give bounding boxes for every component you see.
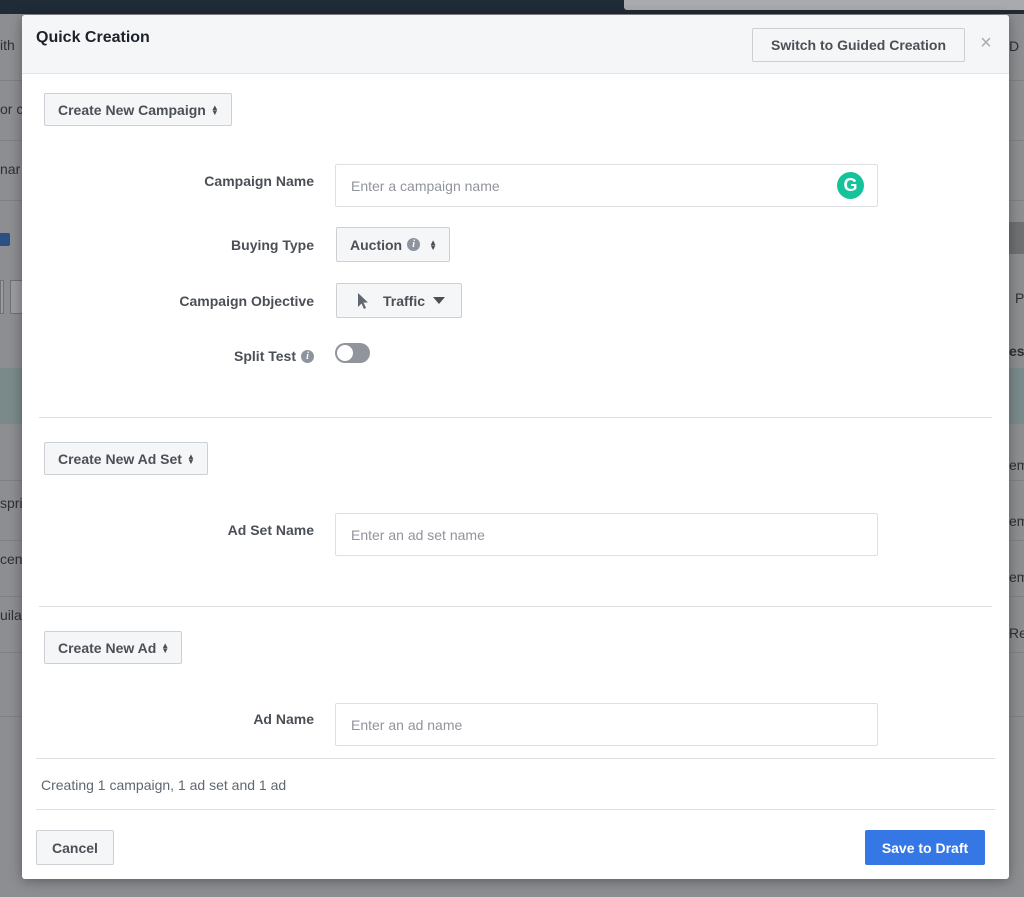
campaign-objective-label: Campaign Objective [179,293,314,309]
create-new-campaign-label: Create New Campaign [58,101,206,118]
background-text: or c [0,101,22,117]
ad-name-input[interactable] [335,703,878,746]
background-checkbox [0,233,10,246]
background-text: uila [0,607,22,623]
background-text: es [1009,343,1024,359]
background-text: nar [0,161,21,177]
create-new-ad-dropdown[interactable]: Create New Ad ▲ ▼ [44,631,183,664]
background-text: P [1015,290,1024,306]
dialog-header: Quick Creation Switch to Guided Creation… [22,15,1009,74]
ad-set-name-input[interactable] [335,513,878,556]
campaign-objective-dropdown[interactable]: Traffic [336,283,463,318]
background-text: em [1009,457,1024,473]
switch-to-guided-creation-button[interactable]: Switch to Guided Creation [752,28,965,62]
footer-divider [36,758,995,759]
campaign-name-label: Campaign Name [204,173,314,189]
ad-name-label: Ad Name [253,711,314,727]
split-test-toggle[interactable] [335,343,370,363]
sort-arrows-icon: ▲ ▼ [186,451,195,466]
quick-creation-dialog: Quick Creation Switch to Guided Creation… [22,15,1009,879]
buying-type-value: Auction [350,236,403,253]
campaign-objective-value: Traffic [383,292,426,309]
background-text: ith [0,37,15,53]
create-new-campaign-dropdown[interactable]: Create New Campaign ▲ ▼ [44,93,232,126]
background-text: spri [0,495,22,511]
cursor-icon [358,292,368,309]
section-divider [39,417,992,418]
grammarly-icon[interactable]: G [837,172,864,199]
background-search-bar [624,0,1024,10]
dialog-title: Quick Creation [36,29,150,46]
background-text: em [1009,569,1024,585]
info-icon: i [301,349,314,363]
background-text: D [1009,38,1020,54]
info-icon: i [407,238,421,251]
campaign-name-input[interactable] [335,164,878,207]
cancel-button[interactable]: Cancel [36,830,114,865]
background-text: em [1009,513,1024,529]
sort-arrows-icon: ▲ ▼ [210,102,219,117]
save-to-draft-button[interactable]: Save to Draft [865,830,985,865]
split-test-label: Split Test i [234,348,314,364]
close-icon[interactable]: × [978,33,994,53]
section-divider [39,606,992,607]
create-new-ad-set-dropdown[interactable]: Create New Ad Set ▲ ▼ [44,442,208,475]
sort-arrows-icon: ▲ ▼ [429,237,438,252]
ad-set-name-label: Ad Set Name [227,522,314,538]
buying-type-label: Buying Type [231,237,314,253]
create-new-ad-set-label: Create New Ad Set [58,450,182,467]
toggle-knob [337,345,353,361]
buying-type-dropdown[interactable]: Auction i ▲ ▼ [336,227,451,262]
creation-summary: Creating 1 campaign, 1 ad set and 1 ad [41,777,287,793]
background-box [0,280,4,314]
create-new-ad-label: Create New Ad [58,639,157,656]
sort-arrows-icon: ▲ ▼ [161,640,170,655]
footer-divider [36,809,995,810]
split-test-text: Split Test [234,348,296,364]
background-header-band [1009,222,1024,254]
background-text: Re [1009,625,1024,641]
background-text: cen [0,551,22,567]
chevron-down-icon [433,297,446,304]
